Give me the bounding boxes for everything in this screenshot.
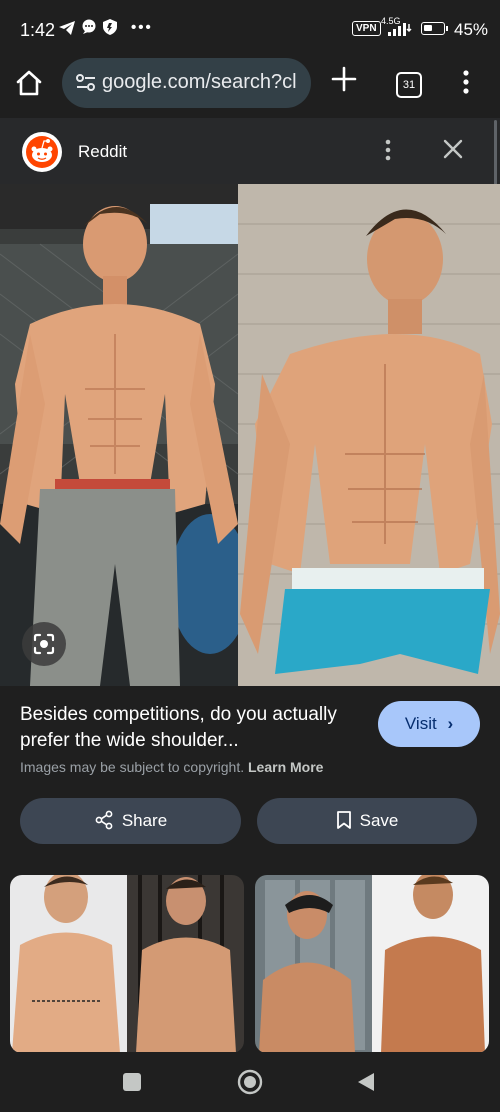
lens-icon [33,633,55,655]
main-image[interactable] [0,184,500,686]
share-label: Share [121,811,168,830]
close-icon [443,139,463,159]
thumbnail-image [10,875,244,1053]
home-circle-icon[interactable] [237,1069,263,1095]
status-time: 1:42 [20,20,56,40]
reddit-icon [26,136,58,168]
vpn-badge: VPN [352,21,381,36]
tab-switcher-button[interactable]: 31 [396,72,422,98]
chat-bubble-icon [81,19,97,39]
related-image-thumbnail[interactable] [255,875,489,1053]
signal-icon [388,22,414,41]
visit-button[interactable]: Visit › [378,701,480,747]
battery-percent: 45% [454,20,489,39]
scrollbar[interactable] [494,120,497,190]
copyright-notice: Images may be subject to copyright. Lear… [20,759,323,775]
source-name[interactable]: Reddit [78,142,127,162]
back-icon[interactable] [356,1071,376,1098]
learn-more-link[interactable]: Learn More [248,759,323,775]
close-button[interactable] [442,138,464,164]
save-label: Save [359,811,399,830]
shield-icon [103,19,117,39]
url-text[interactable]: google.com/search?cl [102,71,297,94]
chevron-right-icon: › [447,714,454,733]
telegram-icon [58,19,76,41]
more-dots-icon: ••• [131,19,153,36]
thumbnail-image [255,875,489,1053]
home-icon [16,70,42,96]
reddit-logo[interactable] [22,132,62,172]
home-button[interactable] [14,68,48,102]
plus-icon [331,66,357,92]
battery-tip [446,26,448,31]
result-title[interactable]: Besides competitions, do you actually pr… [20,702,360,754]
share-button[interactable]: Share [20,798,241,844]
share-icon [95,810,113,829]
more-vert-icon [385,139,391,161]
save-button[interactable]: Save [257,798,477,844]
image-preview [0,184,500,686]
visit-label: Visit [404,714,437,733]
copyright-text: Images may be subject to copyright. [20,759,245,775]
battery-icon [421,22,445,35]
overflow-menu-button[interactable] [462,70,470,99]
tune-icon[interactable] [76,74,96,97]
overflow-menu-icon [463,70,469,94]
battery-fill [424,25,432,31]
bookmark-icon [336,810,351,829]
related-image-thumbnail[interactable] [10,875,244,1053]
more-options-button[interactable] [384,138,392,168]
url-bar[interactable]: google.com/search?cl [62,58,311,108]
new-tab-button[interactable] [331,66,357,99]
recents-icon[interactable] [123,1073,141,1091]
lens-search-button[interactable] [22,622,66,666]
source-header [0,118,500,184]
